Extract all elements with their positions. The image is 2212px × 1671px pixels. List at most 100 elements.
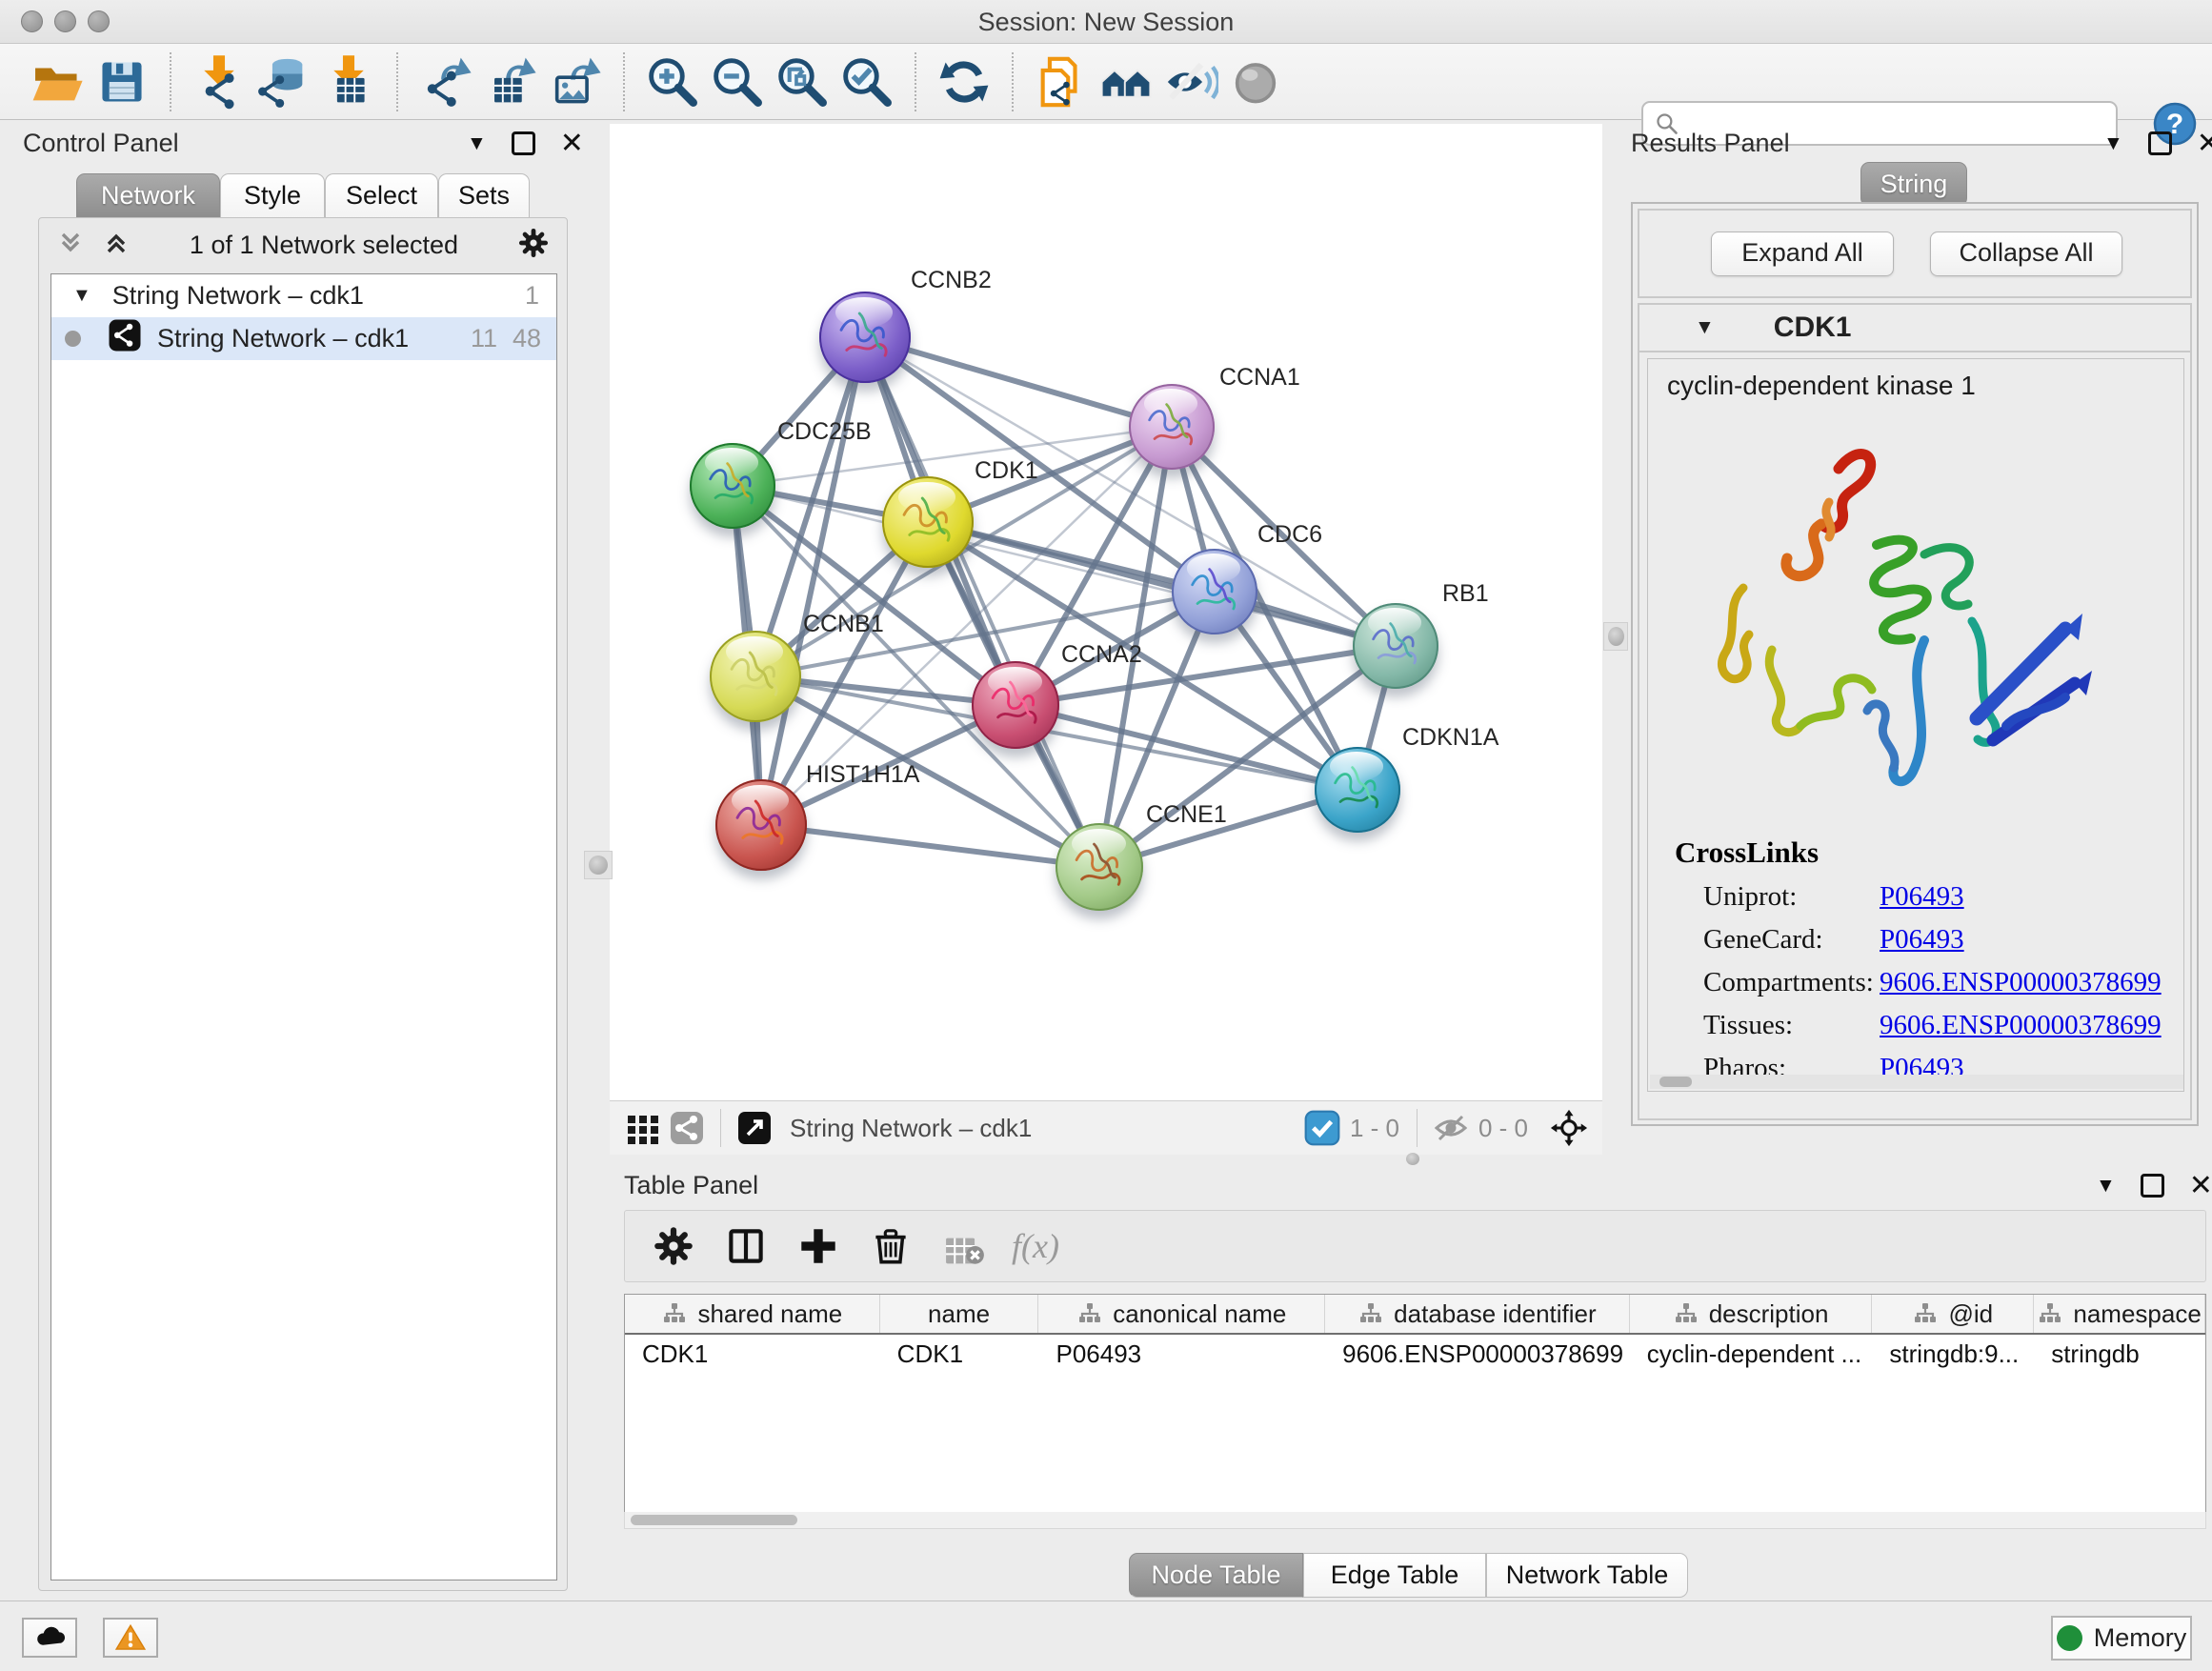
column-header-database-identifier[interactable]: database identifier [1325, 1295, 1630, 1333]
collection-expander-icon[interactable]: ▼ [72, 285, 91, 307]
network-node-cdkn1a[interactable] [1315, 747, 1400, 833]
node-label-rb1: RB1 [1442, 580, 1489, 608]
collapse-all-button[interactable]: Collapse All [1930, 232, 2122, 276]
table-row[interactable]: CDK1CDK1P064939606.ENSP00000378699cyclin… [625, 1335, 2205, 1375]
clone-network-icon[interactable] [1029, 50, 1094, 114]
tab-string[interactable]: String [1860, 162, 1967, 207]
add-column-icon[interactable] [789, 1217, 848, 1276]
hide-graphics-details-icon[interactable] [1158, 50, 1223, 114]
network-node-ccnb1[interactable] [710, 631, 801, 722]
selected-checkbox-icon[interactable] [1300, 1106, 1344, 1150]
import-network-file-icon[interactable] [187, 50, 251, 114]
open-session-icon[interactable] [25, 50, 90, 114]
zoom-fit-icon[interactable] [770, 50, 835, 114]
zoom-in-icon[interactable] [640, 50, 705, 114]
crosslink-link[interactable]: 9606.ENSP00000378699 [1880, 967, 2162, 998]
column-header--id[interactable]: @id [1872, 1295, 2034, 1333]
network-node-cdc6[interactable] [1172, 549, 1257, 634]
column-header-name[interactable]: name [880, 1295, 1039, 1333]
results-panel-close-icon[interactable]: ✕ [2197, 131, 2212, 155]
string-network-icon [108, 318, 142, 359]
left-splitter-handle[interactable] [584, 851, 613, 879]
node-label-ccna2: CCNA2 [1061, 641, 1142, 669]
network-node-cdc25b[interactable] [690, 443, 775, 529]
network-row[interactable]: String Network – cdk1 11 48 [51, 317, 556, 360]
zoom-out-icon[interactable] [705, 50, 770, 114]
network-node-ccna2[interactable] [972, 661, 1059, 749]
table-panel-menu-icon[interactable]: ▼ [2096, 1175, 2116, 1198]
zoom-selected-icon[interactable] [835, 50, 899, 114]
export-table-file-icon[interactable] [478, 50, 543, 114]
network-node-ccnb2[interactable] [819, 292, 911, 383]
function-builder-icon: f(x) [1006, 1217, 1065, 1276]
tab-network-table[interactable]: Network Table [1486, 1553, 1688, 1598]
crosslink-label: GeneCard: [1703, 924, 1823, 955]
tab-select[interactable]: Select [325, 173, 438, 218]
export-image-file-icon[interactable] [543, 50, 608, 114]
open-in-new-window-icon[interactable] [733, 1106, 776, 1150]
control-panel-menu-icon[interactable]: ▼ [467, 132, 487, 155]
refresh-view-icon[interactable] [932, 50, 996, 114]
right-splitter-handle[interactable] [1603, 622, 1628, 651]
expand-all-networks-icon[interactable] [54, 227, 87, 264]
network-from-species-icon[interactable] [1094, 50, 1158, 114]
node-label-ccnb1: CCNB1 [803, 611, 884, 638]
network-canvas[interactable]: CCNB2CCNA1CDC25BCDK1CDC6RB1CCNB1CCNA2CDK… [610, 124, 1602, 1100]
tab-edge-table[interactable]: Edge Table [1303, 1553, 1486, 1598]
network-node-cdk1[interactable] [882, 476, 974, 568]
network-node-ccne1[interactable] [1056, 823, 1143, 911]
table-panel-float-icon[interactable] [2141, 1174, 2164, 1198]
table-panel-close-icon[interactable]: ✕ [2189, 1174, 2212, 1198]
control-panel-close-icon[interactable]: ✕ [560, 131, 584, 155]
protein-expander-icon[interactable]: ▼ [1695, 316, 1715, 339]
collapse-all-networks-icon[interactable] [100, 227, 132, 264]
network-node-hist1h1a[interactable] [715, 779, 807, 871]
delete-column-icon[interactable] [861, 1217, 920, 1276]
network-collection-row[interactable]: ▼ String Network – cdk1 1 [51, 274, 556, 317]
network-list: ▼ String Network – cdk1 1 String Network… [50, 273, 557, 1580]
table-cell: cyclin-dependent ... [1630, 1335, 1873, 1375]
tab-node-table[interactable]: Node Table [1129, 1553, 1303, 1598]
import-table-file-icon[interactable] [316, 50, 381, 114]
results-panel-title: Results Panel [1631, 129, 1790, 158]
protein-section-header[interactable]: ▼ CDK1 [1639, 305, 2190, 352]
show-columns-icon[interactable] [716, 1217, 775, 1276]
column-header-canonical-name[interactable]: canonical name [1038, 1295, 1325, 1333]
network-node-rb1[interactable] [1353, 603, 1438, 689]
expand-all-button[interactable]: Expand All [1711, 232, 1894, 276]
network-edges[interactable] [610, 124, 1602, 1100]
crosslink-link[interactable]: 9606.ENSP00000378699 [1880, 1010, 2162, 1041]
pan-crosshair-icon[interactable] [1547, 1106, 1591, 1150]
cloud-button[interactable] [22, 1618, 77, 1658]
table-panel: Table Panel ▼ ✕ f(x) shared namenamecano… [610, 1167, 2212, 1601]
tab-network[interactable]: Network [76, 173, 220, 218]
control-panel-float-icon[interactable] [512, 131, 535, 155]
column-header-namespace[interactable]: namespace [2034, 1295, 2205, 1333]
hidden-eye-icon[interactable] [1429, 1106, 1473, 1150]
warning-button[interactable] [103, 1618, 158, 1658]
network-options-gear-icon[interactable] [515, 225, 552, 266]
table-settings-gear-icon[interactable] [644, 1217, 703, 1276]
memory-button[interactable]: Memory [2051, 1616, 2192, 1661]
string-network-badge-icon[interactable] [665, 1106, 709, 1150]
results-panel-float-icon[interactable] [2148, 131, 2172, 155]
protein-name: CDK1 [1774, 312, 1852, 344]
network-node-ccna1[interactable] [1129, 384, 1215, 470]
show-graphics-preview-icon[interactable] [1223, 50, 1288, 114]
bottom-splitter-handle[interactable] [1398, 1153, 1427, 1165]
grid-view-icon[interactable] [621, 1106, 665, 1150]
tab-style[interactable]: Style [220, 173, 325, 218]
export-network-file-icon[interactable] [413, 50, 478, 114]
import-network-database-icon[interactable] [251, 50, 316, 114]
results-horizontal-scrollbar[interactable] [1650, 1075, 2183, 1089]
results-panel-menu-icon[interactable]: ▼ [2103, 132, 2123, 155]
node-label-ccna1: CCNA1 [1219, 364, 1300, 392]
column-header-description[interactable]: description [1630, 1295, 1873, 1333]
table-horizontal-scrollbar[interactable] [624, 1512, 2206, 1529]
crosslink-link[interactable]: P06493 [1880, 881, 1964, 913]
tab-sets[interactable]: Sets [438, 173, 530, 218]
crosslink-link[interactable]: P06493 [1880, 924, 1964, 956]
network-node-count: 11 [471, 324, 497, 353]
column-header-shared-name[interactable]: shared name [625, 1295, 880, 1333]
save-session-icon[interactable] [90, 50, 154, 114]
